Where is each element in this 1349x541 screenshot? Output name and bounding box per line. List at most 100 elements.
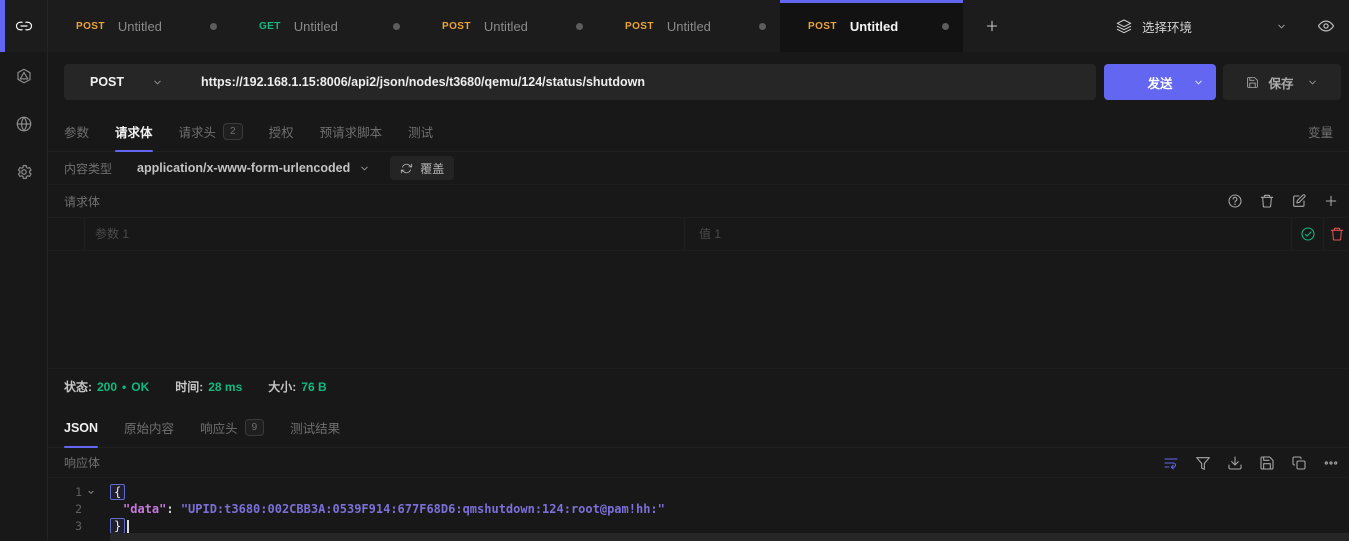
- globe-icon: [15, 115, 33, 133]
- sidebar-item-rest[interactable]: [0, 0, 47, 52]
- editor-horizontal-scrollbar[interactable]: [110, 533, 1349, 541]
- trash-icon: [1329, 226, 1345, 242]
- more-actions-button[interactable]: [1315, 449, 1347, 477]
- bulk-edit-button[interactable]: [1283, 187, 1315, 215]
- tab-title: Untitled: [667, 19, 711, 34]
- copy-icon: [1291, 455, 1307, 471]
- link-icon: [15, 17, 33, 35]
- copy-response-button[interactable]: [1283, 449, 1315, 477]
- gear-icon: [15, 163, 33, 181]
- send-button-label: 发送: [1147, 77, 1172, 91]
- response-status: 状态: 200 • OK: [64, 378, 149, 395]
- edit-icon: [1291, 193, 1307, 209]
- json-key: "data": [123, 502, 166, 516]
- content-type-select[interactable]: application/x-www-form-urlencoded: [137, 161, 370, 175]
- fold-caret-icon[interactable]: [82, 488, 100, 496]
- method-badge: GET: [259, 21, 281, 32]
- response-time: 时间: 28 ms: [175, 378, 242, 395]
- param-key-input[interactable]: [85, 227, 684, 241]
- filter-icon: [1195, 455, 1211, 471]
- url-input[interactable]: [187, 75, 1096, 89]
- override-button[interactable]: 覆盖: [390, 156, 454, 180]
- tab-raw[interactable]: 原始内容: [111, 408, 187, 447]
- wrap-lines-button[interactable]: [1155, 449, 1187, 477]
- unsaved-indicator-dot[interactable]: [942, 23, 949, 30]
- param-value-input[interactable]: [685, 227, 1291, 241]
- body-param-row: [48, 218, 1349, 251]
- request-tab-4[interactable]: POST Untitled: [597, 0, 780, 52]
- tab-pre-request-script[interactable]: 预请求脚本: [307, 112, 396, 151]
- plus-icon: [1323, 193, 1339, 209]
- tab-tests[interactable]: 测试: [395, 112, 446, 151]
- environment-selector[interactable]: 选择环境: [1116, 17, 1192, 36]
- request-tab-5-active[interactable]: POST Untitled: [780, 0, 963, 52]
- tab-title: Untitled: [294, 19, 338, 34]
- response-meta-row: 状态: 200 • OK 时间: 28 ms 大小: 76 B: [48, 368, 1349, 404]
- method-select[interactable]: POST: [64, 75, 187, 89]
- response-body-actions: [1155, 449, 1349, 477]
- add-param-button[interactable]: [1315, 187, 1347, 215]
- url-bar: POST: [64, 64, 1096, 100]
- refresh-icon: [400, 162, 413, 175]
- unsaved-indicator-dot[interactable]: [210, 23, 217, 30]
- request-url-row: POST 发送 保存: [48, 52, 1349, 112]
- sidebar-item-graphql[interactable]: [0, 52, 47, 100]
- clear-all-button[interactable]: [1251, 187, 1283, 215]
- code-line-1: 1 {: [48, 483, 1349, 500]
- save-response-button[interactable]: [1251, 449, 1283, 477]
- tab-params[interactable]: 参数: [51, 112, 102, 151]
- param-delete-button[interactable]: [1324, 218, 1349, 250]
- open-brace: {: [110, 484, 125, 500]
- size-value: 76 B: [301, 380, 326, 394]
- tab-headers[interactable]: 请求头 2: [166, 112, 256, 151]
- download-response-button[interactable]: [1219, 449, 1251, 477]
- api-client-window: POST Untitled GET Untitled POST Untitled…: [0, 0, 1349, 541]
- save-button[interactable]: 保存: [1223, 64, 1341, 100]
- layers-icon: [1116, 18, 1132, 34]
- unsaved-indicator-dot[interactable]: [393, 23, 400, 30]
- status-code: 200: [97, 380, 117, 394]
- content-type-value: application/x-www-form-urlencoded: [137, 161, 350, 175]
- tab-test-results[interactable]: 测试结果: [277, 408, 353, 447]
- help-button[interactable]: [1219, 187, 1251, 215]
- request-tab-1[interactable]: POST Untitled: [48, 0, 231, 52]
- response-body-header: 响应体: [48, 448, 1349, 478]
- param-enable-toggle[interactable]: [1292, 218, 1324, 250]
- status-text: OK: [131, 380, 149, 394]
- wrap-text-icon: [1163, 455, 1179, 471]
- plus-icon: [984, 18, 1000, 34]
- filter-response-button[interactable]: [1187, 449, 1219, 477]
- tab-authorization[interactable]: 授权: [256, 112, 307, 151]
- param-drag-handle[interactable]: [48, 218, 85, 250]
- request-tab-2[interactable]: GET Untitled: [231, 0, 414, 52]
- param-key-cell: [85, 218, 685, 250]
- chevron-down-icon[interactable]: [1276, 21, 1287, 32]
- request-body-label: 请求体: [64, 193, 100, 210]
- unsaved-indicator-dot[interactable]: [759, 23, 766, 30]
- line-number: 3: [48, 519, 82, 533]
- send-button[interactable]: 发送: [1104, 64, 1216, 100]
- tab-json[interactable]: JSON: [51, 408, 111, 447]
- save-icon: [1246, 76, 1259, 89]
- tab-body[interactable]: 请求体: [102, 112, 166, 151]
- tab-title: Untitled: [850, 19, 898, 34]
- eye-icon: [1317, 17, 1335, 35]
- environment-quick-peek-button[interactable]: [1317, 17, 1335, 35]
- new-tab-button[interactable]: [963, 0, 1021, 52]
- method-badge: POST: [808, 21, 837, 32]
- response-json-editor[interactable]: 1 { 2 "data": "UPID:t3680:002CBB3A:0539F…: [48, 478, 1349, 541]
- chevron-down-icon: [152, 77, 163, 88]
- trash-icon: [1259, 193, 1275, 209]
- unsaved-indicator-dot[interactable]: [576, 23, 583, 30]
- sidebar-item-realtime[interactable]: [0, 100, 47, 148]
- variables-link[interactable]: 变量: [1308, 112, 1349, 151]
- request-tab-3[interactable]: POST Untitled: [414, 0, 597, 52]
- time-value: 28 ms: [208, 380, 242, 394]
- tab-response-headers[interactable]: 响应头 9: [187, 408, 277, 447]
- sidebar-item-settings[interactable]: [0, 148, 47, 196]
- response-section-tabs: JSON 原始内容 响应头 9 测试结果: [48, 408, 1349, 448]
- sidebar: [0, 0, 48, 541]
- help-icon: [1227, 193, 1243, 209]
- status-bullet: •: [122, 380, 126, 394]
- response-size: 大小: 76 B: [268, 378, 326, 395]
